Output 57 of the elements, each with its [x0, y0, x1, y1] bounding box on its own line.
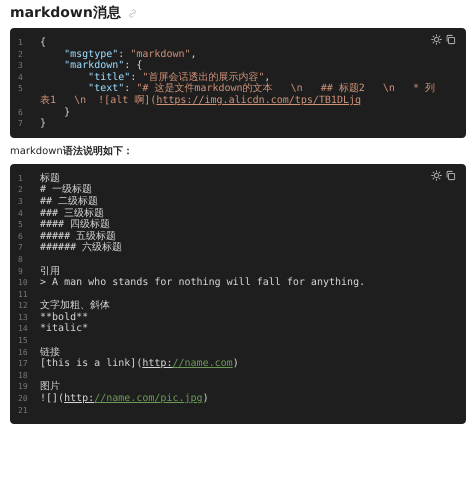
- code-line: 链接: [40, 346, 60, 358]
- copy-icon[interactable]: [445, 34, 456, 45]
- line-number: 1: [18, 172, 24, 184]
- line-number: 7: [18, 118, 24, 130]
- line-number: 16: [18, 346, 29, 358]
- line-number: 5: [18, 219, 24, 231]
- line-number: 4: [18, 208, 24, 220]
- line-number: 11: [18, 288, 29, 300]
- code-line: 引用: [40, 266, 60, 278]
- line-number: 20: [18, 393, 29, 405]
- intro-text: markdown语法说明如下：: [10, 144, 134, 158]
- code-line: [this is a link](http://name.com): [40, 358, 239, 370]
- theme-toggle-icon[interactable]: [431, 34, 442, 45]
- theme-toggle-icon[interactable]: [431, 170, 442, 181]
- code-line: > A man who stands for nothing will fall for anything.: [40, 277, 366, 289]
- code-line: ![](http://name.com/pic.jpg): [40, 393, 209, 405]
- copy-icon[interactable]: [445, 170, 456, 181]
- code-line: 文字加粗、斜体: [40, 300, 110, 312]
- code-line: **bold**: [40, 312, 88, 323]
- code-line: "msgtype": "markdown",: [63, 48, 197, 60]
- code-line: {: [40, 37, 46, 49]
- code-line: }: [63, 106, 70, 118]
- line-number: 10: [18, 277, 29, 289]
- line-number: 3: [18, 60, 24, 72]
- line-number: 17: [18, 358, 29, 370]
- code-line: "markdown": {: [63, 60, 142, 72]
- line-number: 6: [18, 230, 24, 242]
- code-line: #### 四级标题: [40, 219, 110, 230]
- line-number: 2: [18, 48, 24, 60]
- line-number: 13: [18, 312, 29, 324]
- line-number: 14: [18, 323, 29, 336]
- line-number: 18: [18, 370, 29, 382]
- line-number: 2: [18, 184, 24, 196]
- line-number: 5: [18, 83, 24, 96]
- code-line: ## 二级标题: [40, 196, 98, 208]
- line-number: 3: [18, 196, 24, 208]
- code-line: }: [40, 118, 46, 130]
- code-line: 图片: [40, 381, 60, 393]
- line-number: 12: [18, 300, 29, 312]
- line-number: 21: [18, 404, 29, 416]
- code-line: "text": "# 这是文件markdown的文本 \n ## 标题2 \n * 列表1 \n ![alt 啊](https://img.alicdn.com/tps/TB1DLjq: [40, 83, 436, 107]
- code-line: ##### 五级标题: [40, 230, 116, 242]
- code-line: *italic*: [40, 323, 88, 336]
- line-number: 8: [18, 254, 24, 266]
- line-number: 9: [18, 266, 24, 278]
- line-number: 7: [18, 242, 24, 254]
- code-line: "title": "首屏会话透出的展示内容",: [87, 72, 270, 83]
- code-line: 标题: [40, 172, 60, 184]
- code-line: ### 三级标题: [40, 208, 104, 219]
- code-line: ###### 六级标题: [40, 242, 122, 254]
- line-number: 4: [18, 72, 24, 84]
- section-heading: markdown消息: [10, 4, 121, 22]
- line-number: 15: [18, 335, 29, 347]
- code-line: # 一级标题: [40, 184, 92, 196]
- line-number: 6: [18, 106, 24, 118]
- line-number: 1: [18, 37, 24, 49]
- line-number: 19: [18, 381, 29, 394]
